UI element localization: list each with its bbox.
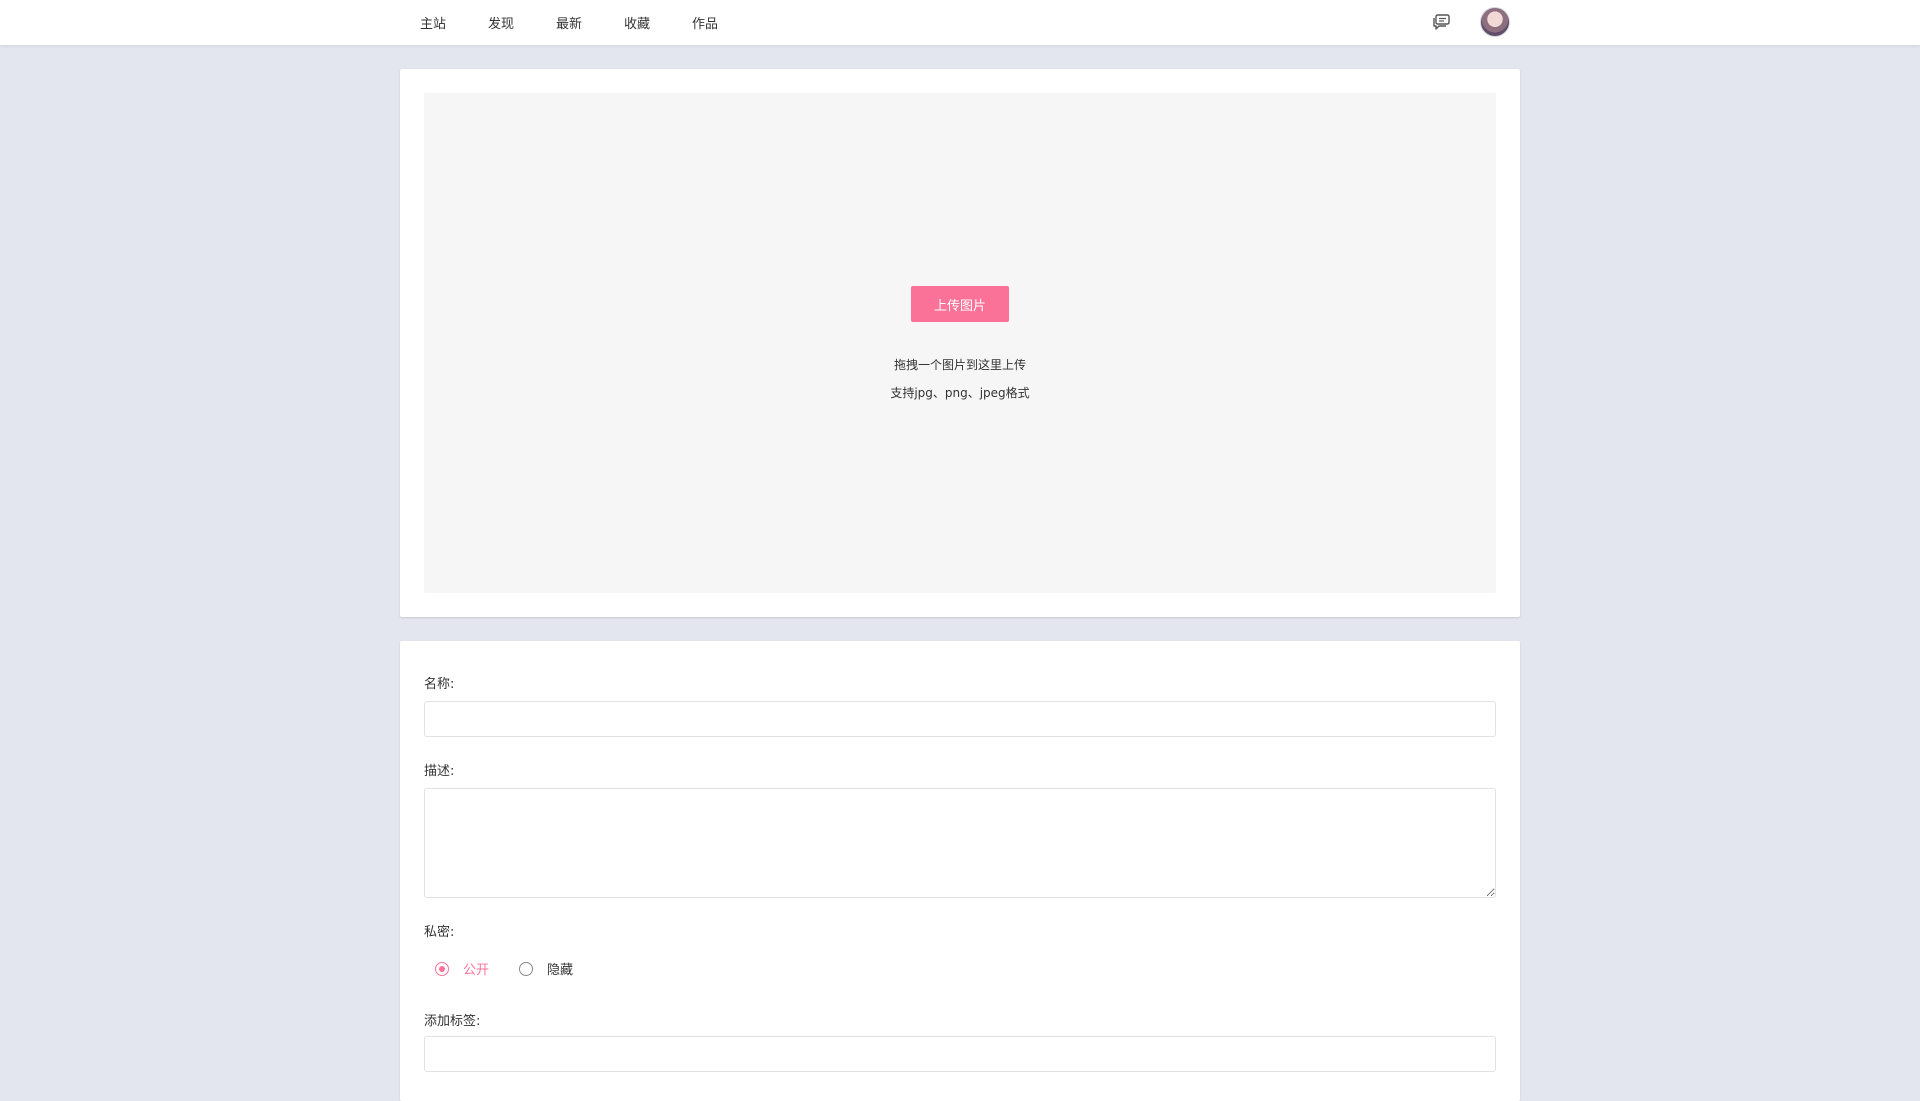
tags-input[interactable] <box>424 1036 1496 1072</box>
user-avatar[interactable] <box>1480 7 1510 37</box>
nav-item-favorites[interactable]: 收藏 <box>624 13 692 32</box>
privacy-option-public-label: 公开 <box>463 963 490 978</box>
name-input[interactable] <box>424 701 1496 737</box>
details-form-card: 名称: 描述: 私密: 公开 隐藏 添加标签: <box>400 641 1520 1101</box>
privacy-option-hidden-label: 隐藏 <box>547 963 574 978</box>
upload-card: 上传图片 拖拽一个图片到这里上传 支持jpg、png、jpeg格式 <box>400 69 1520 617</box>
privacy-option-hidden[interactable]: 隐藏 <box>519 959 573 978</box>
format-hint-text: 支持jpg、png、jpeg格式 <box>890 386 1030 400</box>
image-dropzone[interactable]: 上传图片 拖拽一个图片到这里上传 支持jpg、png、jpeg格式 <box>424 93 1496 593</box>
nav-item-discover[interactable]: 发现 <box>488 13 556 32</box>
name-label: 名称: <box>424 677 455 692</box>
tags-label: 添加标签: <box>424 1014 481 1029</box>
nav-item-main-site[interactable]: 主站 <box>420 13 488 32</box>
nav-item-works[interactable]: 作品 <box>692 13 760 32</box>
main-nav: 主站 发现 最新 收藏 作品 <box>420 0 760 45</box>
privacy-radio-group: 公开 隐藏 <box>435 959 603 978</box>
description-label: 描述: <box>424 764 455 779</box>
description-textarea[interactable] <box>424 788 1496 898</box>
privacy-label: 私密: <box>424 925 455 940</box>
chat-bubbles-icon[interactable] <box>1431 13 1451 31</box>
top-navigation-bar: 主站 发现 最新 收藏 作品 <box>0 0 1920 45</box>
radio-unchecked-icon[interactable] <box>519 961 534 976</box>
nav-item-latest[interactable]: 最新 <box>556 13 624 32</box>
privacy-option-public[interactable]: 公开 <box>435 959 489 978</box>
radio-checked-icon[interactable] <box>435 961 449 976</box>
upload-image-button[interactable]: 上传图片 <box>911 286 1009 322</box>
drag-hint-text: 拖拽一个图片到这里上传 <box>893 358 1026 372</box>
